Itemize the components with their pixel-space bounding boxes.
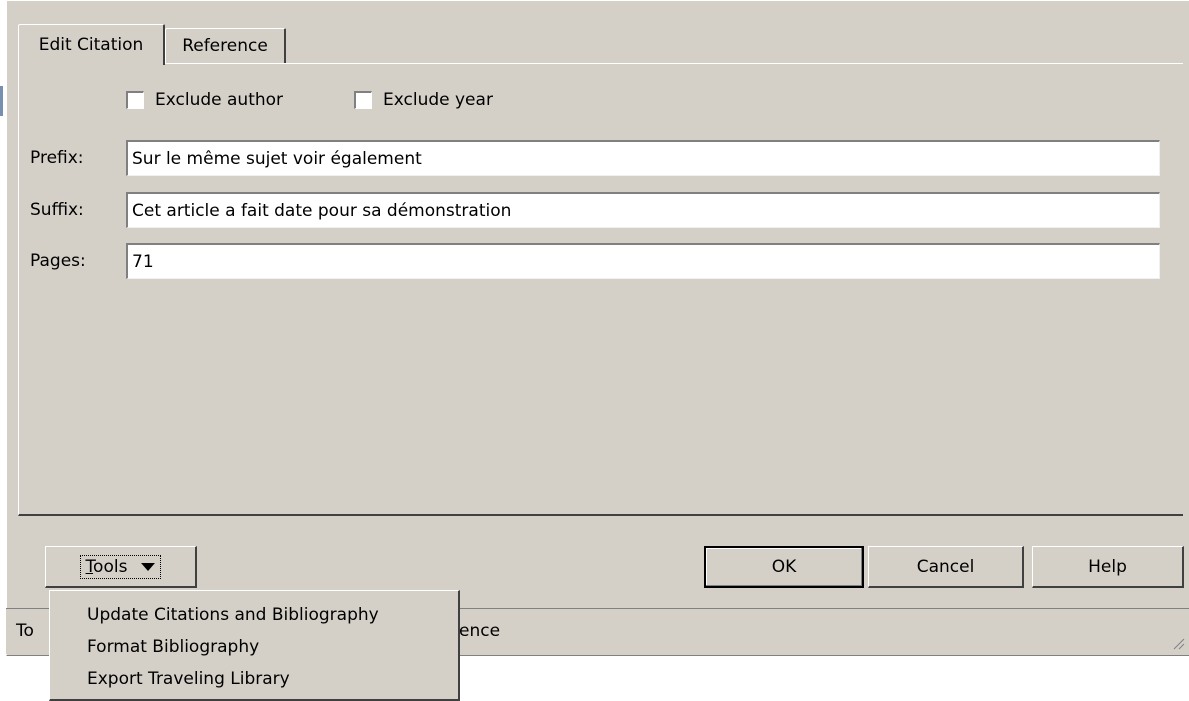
suffix-field[interactable]: Cet article a fait date pour sa démonstr… [126,192,1160,228]
exclude-year-label: Exclude year [383,90,493,110]
prefix-label: Prefix: [30,148,84,168]
exclude-year-checkbox[interactable] [354,91,372,109]
tab-reference-label: Reference [182,36,268,56]
ok-button[interactable]: OK [704,546,864,588]
tools-button-focus: Tools [79,554,162,579]
tools-accelerator: T [85,556,94,577]
cancel-button[interactable]: Cancel [868,546,1024,588]
menu-item-format-bibliography[interactable]: Format Bibliography [50,631,458,663]
edit-citation-panel [18,63,1183,516]
help-button-label: Help [1088,556,1127,577]
tab-edit-citation-label: Edit Citation [38,35,144,55]
tab-edit-citation[interactable]: Edit Citation [18,24,165,65]
ok-button-label: OK [771,557,797,577]
tools-label-rest: ools [93,556,128,577]
menu-item-update-citations[interactable]: Update Citations and Bibliography [50,599,458,631]
tools-button[interactable]: Tools [45,546,197,588]
menu-item-export-traveling-library-label: Export Traveling Library [87,669,290,689]
exclude-author-option[interactable]: Exclude author [126,87,283,113]
menu-item-update-citations-label: Update Citations and Bibliography [87,605,379,625]
prefix-field[interactable]: Sur le même sujet voir également [126,140,1160,176]
cancel-button-label: Cancel [916,556,975,577]
status-text-left: To [16,621,34,641]
exclude-year-option[interactable]: Exclude year [354,87,493,113]
pages-field[interactable]: 71 [126,243,1160,279]
pages-label: Pages: [30,251,86,271]
exclude-author-label: Exclude author [155,90,284,110]
chevron-down-icon [141,562,156,571]
menu-item-export-traveling-library[interactable]: Export Traveling Library [50,663,458,695]
tools-button-label: Tools [86,557,128,577]
menu-item-format-bibliography-label: Format Bibliography [87,637,260,657]
status-text-right: ence [459,621,501,641]
help-button[interactable]: Help [1032,546,1184,588]
resize-grip-icon[interactable] [1171,636,1185,650]
tab-reference[interactable]: Reference [165,28,286,63]
tools-menu: Update Citations and Bibliography Format… [49,590,460,701]
suffix-label: Suffix: [30,200,84,220]
exclude-author-checkbox[interactable] [126,91,144,109]
